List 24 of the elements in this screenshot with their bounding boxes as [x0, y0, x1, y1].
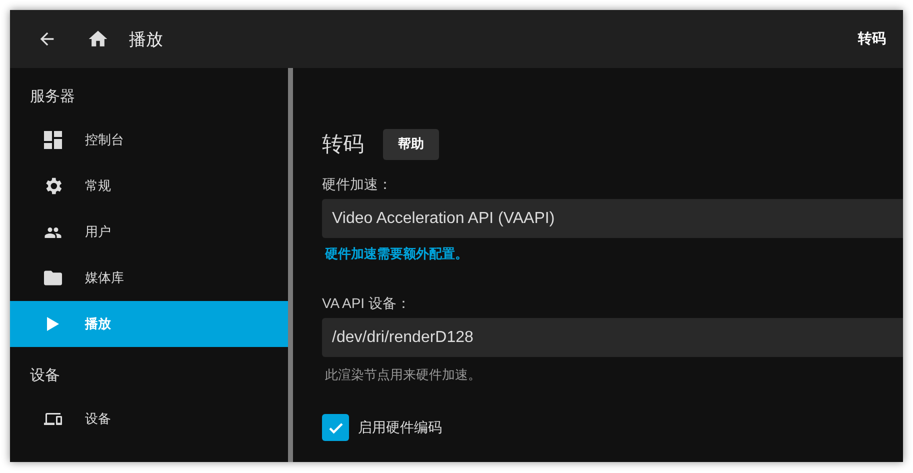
devices-icon — [44, 411, 62, 427]
nav-item[interactable]: 控制台 — [10, 117, 288, 163]
field-label: 硬件加速： — [322, 176, 392, 194]
help-text: 此渲染节点用来硬件加速。 — [325, 366, 481, 384]
section-title: 转码 — [858, 30, 886, 48]
checkbox[interactable] — [322, 414, 349, 441]
page-title: 播放 — [129, 28, 163, 50]
input-field[interactable]: /dev/dri/renderD128 — [322, 318, 903, 357]
config-link[interactable]: 硬件加速需要额外配置。 — [325, 245, 468, 263]
nav-item[interactable]: 设备 — [10, 396, 288, 442]
section-heading: 服务器 — [30, 87, 75, 107]
checkbox-label: 启用硬件编码 — [358, 418, 442, 436]
page-heading: 转码 — [322, 132, 364, 158]
settings-icon — [44, 177, 62, 195]
section-heading: 设备 — [30, 366, 60, 386]
nav-item[interactable]: 常规 — [10, 163, 288, 209]
select-field[interactable]: Video Acceleration API (VAAPI) — [322, 199, 903, 238]
nav-item[interactable]: 用户 — [10, 209, 288, 255]
folder-icon — [44, 270, 62, 286]
help-button[interactable]: 帮助 — [383, 128, 439, 160]
nav-item[interactable]: 媒体库 — [10, 255, 288, 301]
dashboard-icon — [44, 131, 62, 149]
play-icon — [47, 317, 59, 331]
field-label: VA API 设备： — [322, 295, 410, 313]
